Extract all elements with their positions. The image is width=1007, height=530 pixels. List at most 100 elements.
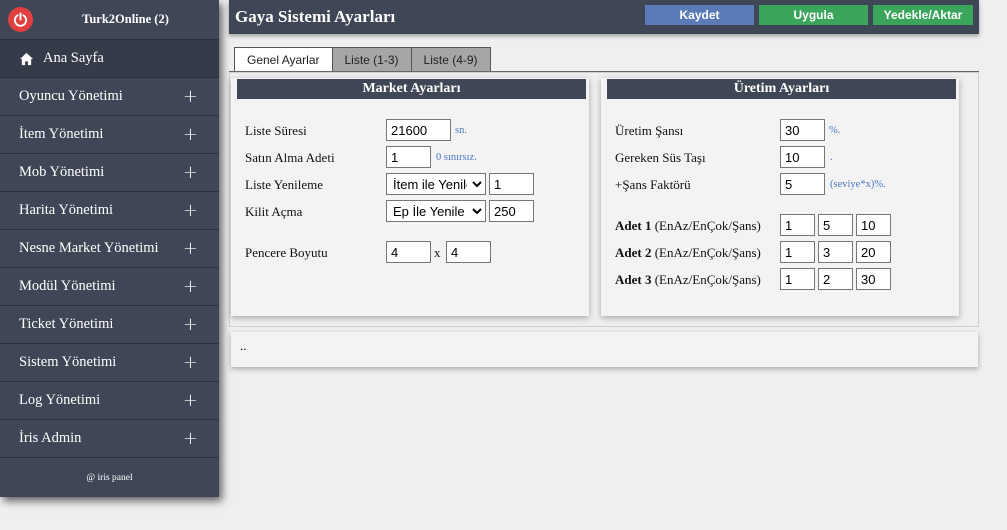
sidebar-item-label: Oyuncu Yönetimi	[19, 88, 123, 104]
plus-icon[interactable]: +	[183, 200, 198, 221]
apply-button[interactable]: Uygula	[759, 5, 868, 25]
adet-label: Adet 2 (EnAz/EnÇok/Şans)	[615, 245, 761, 261]
chance-factor-label: +Şans Faktörü	[615, 177, 691, 192]
sidebar-item-modules[interactable]: Modül Yönetimi +	[0, 267, 219, 305]
sidebar-footer: @ iris panel	[0, 457, 219, 497]
adet-chance-input[interactable]	[856, 214, 891, 236]
sidebar-item-players[interactable]: Oyuncu Yönetimi +	[0, 77, 219, 115]
sidebar-item-label: İtem Yönetimi	[19, 126, 104, 142]
page-title: Gaya Sistemi Ayarları	[235, 7, 396, 26]
sidebar-item-system[interactable]: Sistem Yönetimi +	[0, 343, 219, 381]
tab-list-1-3[interactable]: Liste (1-3)	[331, 47, 412, 71]
list-duration-row: Liste Süresi sn.	[245, 119, 585, 141]
plus-icon[interactable]: +	[183, 238, 198, 259]
adet-chance-input[interactable]	[856, 241, 891, 263]
list-duration-label: Liste Süresi	[245, 123, 307, 138]
sidebar-title: Turk2Online (2)	[82, 12, 169, 26]
sidebar-item-label: Ana Sayfa	[43, 50, 104, 66]
plus-icon[interactable]: +	[183, 162, 198, 183]
plus-icon[interactable]: +	[183, 390, 198, 411]
list-refresh-select[interactable]: İtem ile Yenile	[386, 173, 486, 195]
adet-suffix: (EnAz/EnÇok/Şans)	[654, 218, 761, 233]
window-width-input[interactable]	[386, 241, 431, 263]
chance-factor-input[interactable]	[780, 173, 825, 195]
sidebar-item-label: Modül Yönetimi	[19, 278, 116, 294]
adet-min-input[interactable]	[780, 214, 815, 236]
list-refresh-input[interactable]	[489, 173, 534, 195]
adet-name: Adet 1	[615, 218, 652, 233]
page-header: Gaya Sistemi Ayarları Kaydet Uygula Yede…	[229, 0, 979, 34]
adet-name: Adet 3	[615, 272, 652, 287]
list-refresh-row: Liste Yenileme İtem ile Yenile	[245, 173, 585, 195]
tab-content: Market Ayarları Liste Süresi sn. Satın A…	[229, 72, 979, 327]
sidebar-item-label: Nesne Market Yönetimi	[19, 240, 159, 256]
unlock-input[interactable]	[489, 200, 534, 222]
list-duration-unit: sn.	[455, 125, 467, 136]
plus-icon[interactable]: +	[183, 352, 198, 373]
chance-factor-row: +Şans Faktörü (seviye*x)%.	[615, 173, 955, 195]
unlock-label: Kilit Açma	[245, 204, 303, 219]
window-size-label: Pencere Boyutu	[245, 245, 328, 260]
window-height-input[interactable]	[446, 241, 491, 263]
adet-min-input[interactable]	[780, 268, 815, 290]
sidebar-item-market[interactable]: Nesne Market Yönetimi +	[0, 229, 219, 267]
purchase-count-input[interactable]	[386, 146, 431, 168]
sidebar-item-home[interactable]: Ana Sayfa	[0, 39, 219, 77]
purchase-count-hint: 0 sınırsız.	[436, 152, 477, 163]
sidebar-item-mobs[interactable]: Mob Yönetimi +	[0, 153, 219, 191]
unlock-row: Kilit Açma Ep İle Yenile	[245, 200, 585, 222]
tab-bar: Genel Ayarlar Liste (1-3) Liste (4-9)	[234, 47, 491, 71]
required-stone-unit: .	[830, 152, 833, 163]
tab-general[interactable]: Genel Ayarlar	[234, 47, 333, 71]
status-text: ..	[240, 338, 247, 353]
production-chance-input[interactable]	[780, 119, 825, 141]
production-chance-row: Üretim Şansı %.	[615, 119, 955, 141]
tab-list-4-9[interactable]: Liste (4-9)	[410, 47, 491, 71]
market-settings-panel: Market Ayarları Liste Süresi sn. Satın A…	[231, 78, 589, 316]
list-refresh-label: Liste Yenileme	[245, 177, 323, 192]
purchase-count-label: Satın Alma Adeti	[245, 150, 335, 165]
sidebar-item-label: Mob Yönetimi	[19, 164, 105, 180]
list-duration-input[interactable]	[386, 119, 451, 141]
sidebar-item-label: Harita Yönetimi	[19, 202, 114, 218]
sidebar-item-label: Log Yönetimi	[19, 392, 101, 408]
plus-icon[interactable]: +	[183, 86, 198, 107]
required-stone-row: Gereken Süs Taşı .	[615, 146, 955, 168]
adet-min-input[interactable]	[780, 241, 815, 263]
market-settings-heading: Market Ayarları	[237, 79, 586, 99]
adet-suffix: (EnAz/EnÇok/Şans)	[654, 245, 761, 260]
adet-max-input[interactable]	[818, 241, 853, 263]
sidebar-item-logs[interactable]: Log Yönetimi +	[0, 381, 219, 419]
sidebar-item-tickets[interactable]: Ticket Yönetimi +	[0, 305, 219, 343]
unlock-select[interactable]: Ep İle Yenile	[386, 200, 486, 222]
sidebar-item-label: Sistem Yönetimi	[19, 354, 117, 370]
plus-icon[interactable]: +	[183, 124, 198, 145]
adet-label: Adet 3 (EnAz/EnÇok/Şans)	[615, 272, 761, 288]
sidebar-item-label: Ticket Yönetimi	[19, 316, 114, 332]
purchase-count-row: Satın Alma Adeti 0 sınırsız.	[245, 146, 585, 168]
plus-icon[interactable]: +	[183, 276, 198, 297]
production-settings-heading: Üretim Ayarları	[607, 79, 956, 99]
adet-row: Adet 2 (EnAz/EnÇok/Şans)	[615, 241, 955, 263]
adet-chance-input[interactable]	[856, 268, 891, 290]
plus-icon[interactable]: +	[183, 314, 198, 335]
plus-icon[interactable]: +	[183, 428, 198, 449]
status-box: ..	[231, 332, 978, 367]
sidebar-item-items[interactable]: İtem Yönetimi +	[0, 115, 219, 153]
sidebar-item-maps[interactable]: Harita Yönetimi +	[0, 191, 219, 229]
sidebar-header: Turk2Online (2)	[0, 0, 219, 39]
sidebar-item-iris-admin[interactable]: İris Admin +	[0, 419, 219, 457]
adet-suffix: (EnAz/EnÇok/Şans)	[654, 272, 761, 287]
sidebar-item-label: İris Admin	[19, 430, 82, 446]
adet-max-input[interactable]	[818, 214, 853, 236]
adet-max-input[interactable]	[818, 268, 853, 290]
required-stone-input[interactable]	[780, 146, 825, 168]
power-icon[interactable]	[8, 7, 33, 32]
window-size-separator: x	[434, 245, 441, 260]
chance-factor-unit: (seviye*x)%.	[830, 179, 886, 190]
adet-name: Adet 2	[615, 245, 652, 260]
backup-export-button[interactable]: Yedekle/Aktar	[873, 5, 973, 25]
adet-row: Adet 1 (EnAz/EnÇok/Şans)	[615, 214, 955, 236]
production-settings-panel: Üretim Ayarları Üretim Şansı %. Gereken …	[601, 78, 959, 316]
save-button[interactable]: Kaydet	[645, 5, 754, 25]
